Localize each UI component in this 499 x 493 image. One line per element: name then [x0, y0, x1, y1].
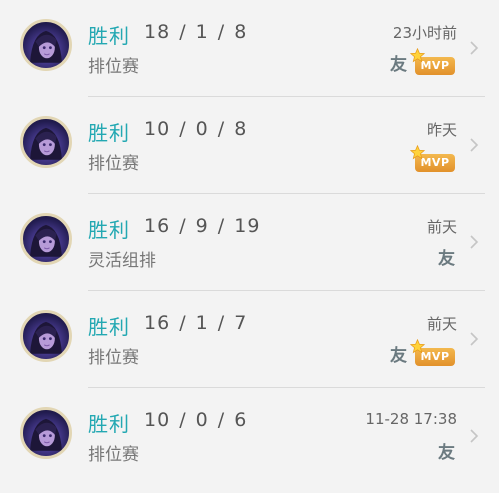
hero-avatar [20, 407, 72, 459]
game-mode: 排位赛 [88, 57, 139, 77]
mvp-badge: MVP [410, 339, 455, 366]
badge-group: 友 MVP [390, 47, 455, 75]
match-row[interactable]: 胜利 16 / 9 / 19 灵活组排 前天 友 [0, 194, 499, 291]
match-row[interactable]: 胜利 18 / 1 / 8 排位赛 23小时前 友 MVP [0, 0, 499, 97]
match-result: 胜利 [88, 218, 130, 242]
match-time: 前天 [426, 218, 457, 236]
friend-badge: 友 [438, 249, 455, 269]
mvp-badge: MVP [410, 145, 455, 172]
game-mode: 灵活组排 [88, 251, 156, 271]
star-icon [410, 339, 425, 354]
badge-group: 友 MVP [390, 338, 455, 366]
kda-score: 16 / 1 / 7 [144, 312, 248, 334]
match-time: 昨天 [426, 121, 457, 139]
hero-avatar [20, 19, 72, 71]
hero-portrait-icon [30, 127, 62, 160]
chevron-right-icon [470, 429, 479, 443]
friend-badge: 友 [390, 55, 407, 75]
game-mode: 排位赛 [88, 445, 139, 465]
game-mode: 排位赛 [88, 348, 139, 368]
match-row[interactable]: 胜利 10 / 0 / 6 排位赛 11-28 17:38 友 [0, 388, 499, 485]
match-time: 11-28 17:38 [365, 410, 457, 428]
chevron-right-icon [470, 41, 479, 55]
badge-group: 友 [438, 241, 455, 269]
hero-avatar [20, 310, 72, 362]
match-result: 胜利 [88, 24, 130, 48]
match-result: 胜利 [88, 315, 130, 339]
match-history-list: 胜利 18 / 1 / 8 排位赛 23小时前 友 MVP 胜利 10 / 0 … [0, 0, 499, 493]
match-row[interactable]: 胜利 16 / 1 / 7 排位赛 前天 友 MVP [0, 291, 499, 388]
match-result: 胜利 [88, 412, 130, 436]
chevron-right-icon [470, 138, 479, 152]
mvp-badge: MVP [410, 48, 455, 75]
kda-score: 10 / 0 / 8 [144, 118, 248, 140]
chevron-right-icon [470, 235, 479, 249]
hero-avatar [20, 213, 72, 265]
hero-avatar [20, 116, 72, 168]
chevron-right-icon [470, 332, 479, 346]
hero-portrait-icon [30, 321, 62, 354]
hero-portrait-icon [30, 224, 62, 257]
star-icon [410, 48, 425, 63]
match-time: 前天 [426, 315, 457, 333]
kda-score: 10 / 0 / 6 [144, 409, 248, 431]
friend-badge: 友 [390, 346, 407, 366]
badge-group: MVP [410, 144, 455, 172]
hero-portrait-icon [30, 30, 62, 63]
badge-group: 友 [438, 435, 455, 463]
friend-badge: 友 [438, 443, 455, 463]
kda-score: 16 / 9 / 19 [144, 215, 261, 237]
hero-portrait-icon [30, 418, 62, 451]
match-time: 23小时前 [392, 24, 457, 42]
match-result: 胜利 [88, 121, 130, 145]
star-icon [410, 145, 425, 160]
game-mode: 排位赛 [88, 154, 139, 174]
match-row[interactable]: 胜利 10 / 0 / 8 排位赛 昨天 MVP [0, 97, 499, 194]
kda-score: 18 / 1 / 8 [144, 21, 248, 43]
